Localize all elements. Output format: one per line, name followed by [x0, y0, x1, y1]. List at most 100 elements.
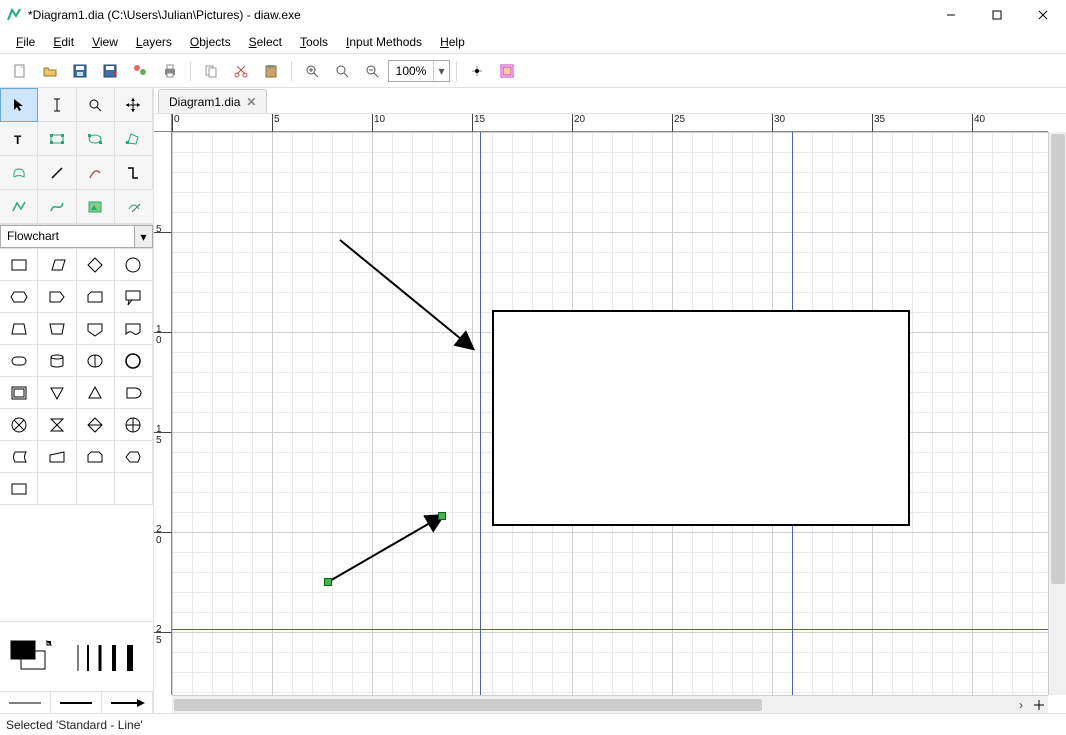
canvas-rectangle-object[interactable]: [492, 310, 910, 526]
shape-triangle-down[interactable]: [38, 377, 76, 409]
zoom-combo[interactable]: 100% ▾: [388, 60, 450, 82]
shape-diamond[interactable]: [77, 249, 115, 281]
open-file-icon[interactable]: [36, 57, 64, 85]
horizontal-scrollbar[interactable]: ›: [172, 695, 1048, 713]
canvas-area: 0 5 10 15 20 25 30 35 40: [154, 114, 1066, 713]
menu-help[interactable]: Help: [432, 33, 473, 51]
tool-box[interactable]: [38, 122, 76, 156]
drawing-canvas[interactable]: [172, 132, 1048, 695]
line-width-samples[interactable]: [60, 622, 153, 691]
zoom-in-icon[interactable]: [298, 57, 326, 85]
scroll-right-icon[interactable]: ›: [1012, 696, 1030, 714]
window-close-button[interactable]: [1020, 0, 1066, 30]
menu-layers[interactable]: Layers: [128, 33, 180, 51]
window-maximize-button[interactable]: [974, 0, 1020, 30]
tool-image[interactable]: [77, 190, 115, 224]
copy-icon[interactable]: [197, 57, 225, 85]
menu-tools[interactable]: Tools: [292, 33, 336, 51]
menu-input-methods[interactable]: Input Methods: [338, 33, 430, 51]
arrow-start-style[interactable]: [0, 692, 51, 713]
shape-parallelogram[interactable]: [38, 249, 76, 281]
shape-trapezoid2[interactable]: [38, 313, 76, 345]
nav-arrows-icon[interactable]: [1030, 696, 1048, 714]
new-file-icon[interactable]: [6, 57, 34, 85]
close-tab-icon[interactable]: ✕: [246, 95, 256, 109]
shape-document[interactable]: [115, 313, 153, 345]
cut-icon[interactable]: [227, 57, 255, 85]
ruler-h-label: 40: [974, 114, 985, 125]
snap-grid-icon[interactable]: [493, 57, 521, 85]
shape-rectangle[interactable]: [0, 249, 38, 281]
shape-callout[interactable]: [115, 281, 153, 313]
sheet-name[interactable]: Flowchart: [0, 225, 135, 248]
window-minimize-button[interactable]: [928, 0, 974, 30]
shape-hexagon[interactable]: [0, 281, 38, 313]
shape-loop-limit[interactable]: [77, 441, 115, 473]
menu-select[interactable]: Select: [241, 33, 290, 51]
menu-view[interactable]: View: [84, 33, 126, 51]
shape-manual-input[interactable]: [38, 441, 76, 473]
shape-card[interactable]: [77, 281, 115, 313]
shape-terminal[interactable]: [0, 345, 38, 377]
svg-text:T: T: [14, 133, 22, 147]
zoom-fit-icon[interactable]: [328, 57, 356, 85]
arrow-end-style[interactable]: [102, 692, 153, 713]
tool-bezier[interactable]: [38, 190, 76, 224]
zoom-out-icon[interactable]: [358, 57, 386, 85]
toolbar-separator: [190, 61, 191, 81]
tool-outline[interactable]: [115, 190, 153, 224]
tool-polygon[interactable]: [115, 122, 153, 156]
export-icon[interactable]: [126, 57, 154, 85]
menu-edit[interactable]: Edit: [45, 33, 82, 51]
shape-connector[interactable]: [115, 345, 153, 377]
tool-magnify[interactable]: [77, 88, 115, 122]
main-toolbar: 100% ▾: [0, 54, 1066, 88]
fg-bg-swatch[interactable]: [0, 622, 60, 691]
shape-hourglass[interactable]: [38, 409, 76, 441]
shape-trapezoid[interactable]: [0, 313, 38, 345]
shape-stored-data[interactable]: [0, 441, 38, 473]
shape-circle-x[interactable]: [0, 409, 38, 441]
zoom-value[interactable]: 100%: [389, 64, 433, 78]
tab-diagram1[interactable]: Diagram1.dia ✕: [158, 89, 267, 113]
shape-pentagon[interactable]: [38, 281, 76, 313]
shape-offpage[interactable]: [77, 313, 115, 345]
tool-zigzag[interactable]: [115, 156, 153, 190]
ruler-h-label: 10: [374, 114, 385, 125]
shape-circle[interactable]: [115, 249, 153, 281]
ruler-corner: [154, 114, 172, 132]
snap-point-icon[interactable]: [463, 57, 491, 85]
save-icon[interactable]: [66, 57, 94, 85]
shape-triangle-up[interactable]: [77, 377, 115, 409]
tool-polyline[interactable]: [0, 190, 38, 224]
zoom-dropdown-icon[interactable]: ▾: [433, 61, 449, 81]
paste-icon[interactable]: [257, 57, 285, 85]
chevron-down-icon[interactable]: ▾: [135, 225, 153, 248]
tool-scroll[interactable]: [115, 88, 153, 122]
menu-file[interactable]: File: [8, 33, 43, 51]
shape-dshape[interactable]: [115, 377, 153, 409]
tool-arc[interactable]: [77, 156, 115, 190]
line-style[interactable]: [51, 692, 102, 713]
shape-display[interactable]: [115, 441, 153, 473]
shape-database[interactable]: [38, 345, 76, 377]
shape-internal-storage[interactable]: [0, 473, 38, 505]
ruler-v-label: 2 0: [156, 524, 162, 546]
selection-handle[interactable]: [438, 512, 446, 520]
shape-direct-data[interactable]: [77, 345, 115, 377]
tool-pointer[interactable]: [0, 88, 38, 122]
vertical-scrollbar[interactable]: [1048, 132, 1066, 695]
tool-text[interactable]: T: [0, 122, 38, 156]
menu-objects[interactable]: Objects: [182, 33, 239, 51]
save-as-icon[interactable]: [96, 57, 124, 85]
shape-sort[interactable]: [77, 409, 115, 441]
print-icon[interactable]: [156, 57, 184, 85]
tool-line[interactable]: [38, 156, 76, 190]
tool-ellipse[interactable]: [77, 122, 115, 156]
shape-frame[interactable]: [0, 377, 38, 409]
tool-text-edit[interactable]: [38, 88, 76, 122]
selection-handle[interactable]: [324, 578, 332, 586]
shape-circle-plus[interactable]: [115, 409, 153, 441]
tool-beziergon[interactable]: [0, 156, 38, 190]
sheet-selector[interactable]: Flowchart ▾: [0, 225, 153, 249]
